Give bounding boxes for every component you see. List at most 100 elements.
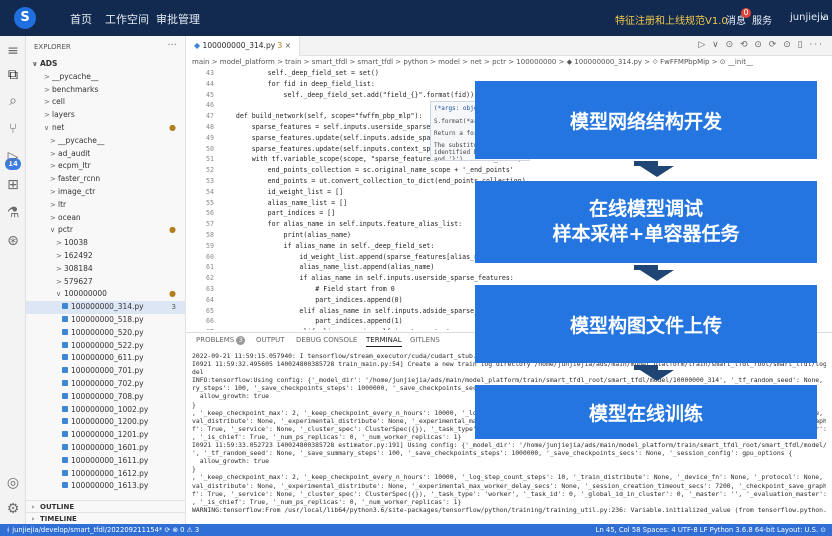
tree-file[interactable]: 100000000_702.py [26,378,185,391]
line-number: 49 [206,133,214,142]
tree-folder[interactable]: > faster_rcnn [26,173,185,186]
chevron-right-icon: > [50,213,56,222]
tree-file[interactable]: 100000000_1612.py [26,468,185,481]
tree-folder[interactable]: ∨ pctr ● [26,224,185,237]
tree-folder[interactable]: >579627 [26,276,185,289]
tree-file[interactable]: 100000000_518.py [26,314,185,327]
code-text: part_indices.append(0) [220,295,403,304]
tree-file[interactable]: 100000000_1002.py [26,404,185,417]
line-number: 55 [206,198,214,207]
search-icon[interactable]: ⌕ [4,92,22,110]
python-file-icon: ◆ [194,41,201,50]
close-icon[interactable]: × [285,41,291,50]
tree-item-label: 100000000_1611.py [71,455,149,465]
tree-file[interactable]: 100000000_1613.py [26,480,185,493]
tree-folder[interactable]: > ecpm_ltr [26,160,185,173]
tree-file[interactable]: 100000000_314.py 3 [26,301,185,314]
tree-item-label: 162492 [64,250,93,260]
editor-actions[interactable]: ▷ ∨ ⊙ ⟲ ⊙ ⟳ ⊙ ▯ ··· [698,40,824,50]
terminal-line: , '_is_chief': True, '_num_ps_replicas':… [192,497,462,506]
chevron-right-icon: > [44,72,50,81]
remote-icon[interactable]: ⊛ [4,232,22,250]
tree-file[interactable]: 100000000_520.py [26,327,185,340]
timeline-section[interactable]: › TIMELINE [26,512,185,524]
python-file-icon [62,379,68,386]
branch-status[interactable]: ᚼ junjiejia/develop/smart_tfdl/202209211… [6,524,199,536]
chevron-right-icon: > [56,239,62,248]
tree-folder[interactable]: > layers [26,109,185,122]
line-number: 50 [206,144,214,153]
tab-output[interactable]: OUTPUT [256,336,285,344]
modified-dot: ● [169,122,176,132]
more-actions-icon[interactable]: ··· [167,40,177,51]
source-control-icon[interactable]: ⑂ [4,120,22,138]
editor-tab-active[interactable]: ◆ 100000000_314.py 3 × [186,36,301,56]
tree-item-label: ocean [58,212,81,222]
menu-icon[interactable]: ≡ [4,42,22,60]
tab-gitlens[interactable]: GITLENS [410,336,440,344]
chevron-down-icon: ∨ [32,60,38,68]
tree-file[interactable]: 100000000_1611.py [26,455,185,468]
run-debug-icon[interactable]: ▷ [4,148,22,166]
tree-folder[interactable]: > ocean [26,212,185,225]
tab-problems[interactable]: PROBLEMS 3 [196,336,246,345]
tree-folder[interactable]: > __pycache__ [26,71,185,84]
chevron-right-icon: > [50,162,56,171]
breadcrumb[interactable]: main > model_platform > train > smart_tf… [192,58,753,67]
tree-folder[interactable]: > cell [26,96,185,109]
tree-file[interactable]: 100000000_708.py [26,391,185,404]
testing-icon[interactable]: ⚗ [4,204,22,222]
python-file-icon [62,469,68,476]
tree-folder[interactable]: ∨ net ● [26,122,185,135]
tree-folder[interactable]: ∨ ADS [26,58,185,71]
tree-file[interactable]: 100000000_1200.py [26,416,185,429]
line-number: 47 [206,112,214,121]
editor-status[interactable]: Ln 45, Col 58 Spaces: 4 UTF-8 LF Python … [596,524,826,536]
python-file-icon [62,367,68,374]
tree-folder[interactable]: > __pycache__ [26,135,185,148]
tree-folder[interactable]: >308184 [26,263,185,276]
code-text: if alias_name in self._deep_field_set: [220,241,435,250]
tree-file[interactable]: 100000000_1601.py [26,442,185,455]
status-bar: ᚼ junjiejia/develop/smart_tfdl/202209211… [0,524,832,536]
extensions-icon[interactable]: ⊞ [4,176,22,194]
tree-file[interactable]: 100000000_1201.py [26,429,185,442]
chevron-right-icon: > [50,149,56,158]
app-logo[interactable]: S [14,7,36,29]
outline-section[interactable]: › OUTLINE [26,500,185,512]
tree-item-label: ad_audit [58,148,91,158]
code-line[interactable]: 43 self._deep_field_set = set() [186,68,832,79]
nav-workspace[interactable]: 工作空间 [105,11,149,27]
tree-item-label: 100000000 [64,289,107,299]
tree-folder[interactable]: > benchmarks [26,84,185,97]
code-text: id_weight_list.append(sparse_features[al… [220,252,498,261]
tree-item-label: layers [52,110,75,120]
files-icon[interactable]: ⧉ [4,66,22,84]
tree-folder[interactable]: >10038 [26,237,185,250]
tree-folder[interactable]: > ad_audit [26,148,185,161]
terminal-line: } [192,465,196,474]
spec-link[interactable]: 特征注册和上线规范V1.0 [615,12,728,27]
terminal-line: allow_growth: true [192,457,269,466]
services-link[interactable]: 服务 [752,12,772,27]
tree-file[interactable]: 100000000_701.py [26,365,185,378]
code-text: elif alias_name in self.inputs.context_s… [220,328,517,330]
step-graph-upload: 模型构图文件上传 [476,286,816,362]
tab-debug-console[interactable]: DEBUG CONSOLE [296,336,357,344]
user-caret-icon[interactable]: ∨ [821,14,826,22]
line-number: 51 [206,155,214,164]
settings-icon[interactable]: ⚙ [4,500,22,518]
terminal-line: , '_keep_checkpoint_max': 2, '_keep_chec… [192,473,826,482]
tree-file[interactable]: 100000000_611.py [26,352,185,365]
python-file-icon [62,482,68,489]
nav-home[interactable]: 首页 [70,11,92,27]
tree-folder[interactable]: > image_ctr [26,186,185,199]
tab-terminal[interactable]: TERMINAL [366,336,402,347]
tree-folder[interactable]: >162492 [26,250,185,263]
tree-file[interactable]: 100000000_522.py [26,340,185,353]
tree-folder[interactable]: > ltr [26,199,185,212]
account-icon[interactable]: ◎ [4,474,22,492]
tree-folder[interactable]: ∨ 100000000 ● [26,288,185,301]
line-number: 67 [186,327,214,330]
nav-approval[interactable]: 审批管理 [156,11,200,27]
